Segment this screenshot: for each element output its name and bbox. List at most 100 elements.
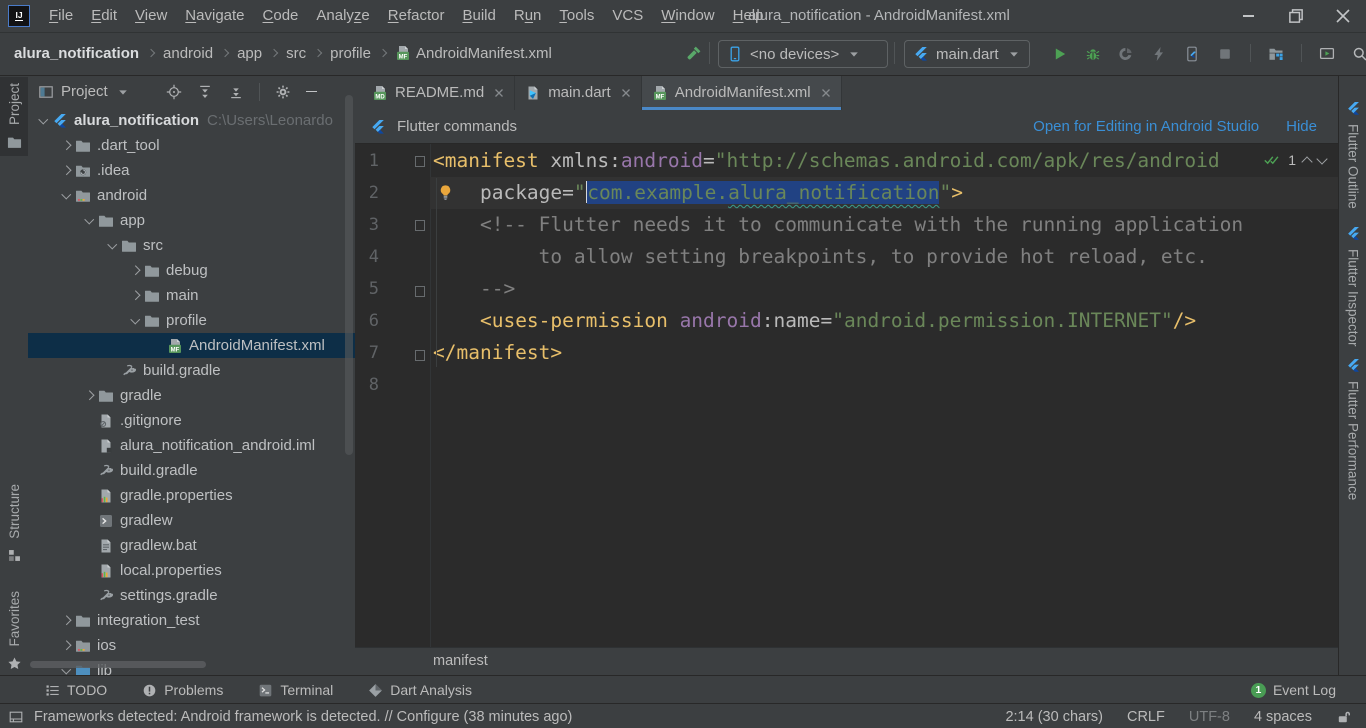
- code-editor[interactable]: 1<manifest xmlns:android="http://schemas…: [355, 144, 1338, 648]
- menu-run[interactable]: Run: [505, 0, 551, 32]
- menu-navigate[interactable]: Navigate: [176, 0, 253, 32]
- tool-window-button-dart-analysis[interactable]: Dart Analysis: [367, 682, 472, 698]
- debug-icon[interactable]: [1085, 46, 1101, 62]
- breadcrumb-alura-notification[interactable]: alura_notification: [14, 45, 139, 62]
- breadcrumb-android[interactable]: android: [163, 45, 213, 62]
- tree-item-ios[interactable]: ios: [28, 633, 355, 658]
- chevron-right-icon[interactable]: [126, 262, 144, 280]
- build-hammer-icon[interactable]: [686, 45, 702, 61]
- menu-window[interactable]: Window: [652, 0, 723, 32]
- select-opened-file-icon[interactable]: [166, 84, 182, 100]
- tree-item-profile[interactable]: profile: [28, 308, 355, 333]
- tree-item-gradlew[interactable]: gradlew: [28, 508, 355, 533]
- tree-item-gradlew-bat[interactable]: gradlew.bat: [28, 533, 355, 558]
- fold-marker-icon[interactable]: [415, 350, 425, 361]
- close-button[interactable]: [1319, 0, 1366, 32]
- stripe-button-flutter-outline[interactable]: Flutter Outline: [1339, 100, 1366, 209]
- line-separator[interactable]: CRLF: [1127, 709, 1165, 725]
- tree-item-debug[interactable]: debug: [28, 258, 355, 283]
- chevron-down-icon[interactable]: [57, 187, 75, 205]
- breadcrumb-app[interactable]: app: [237, 45, 262, 62]
- tree-item-gradle[interactable]: gradle: [28, 383, 355, 408]
- close-tab-icon[interactable]: [621, 88, 631, 98]
- menu-code[interactable]: Code: [254, 0, 308, 32]
- close-tab-icon[interactable]: [494, 88, 504, 98]
- tree-item-app[interactable]: app: [28, 208, 355, 233]
- tree-item-android[interactable]: android: [28, 183, 355, 208]
- tool-window-switcher-icon[interactable]: [8, 709, 24, 725]
- menu-file[interactable]: File: [40, 0, 82, 32]
- menu-refactor[interactable]: Refactor: [379, 0, 454, 32]
- menu-analyze[interactable]: Analyze: [307, 0, 378, 32]
- tree-item-idea[interactable]: .idea: [28, 158, 355, 183]
- project-panel-title[interactable]: Project: [61, 83, 108, 100]
- chevron-right-icon[interactable]: [80, 387, 98, 405]
- project-vertical-scrollbar[interactable]: [345, 95, 353, 455]
- stripe-button-flutter-performance[interactable]: Flutter Performance: [1339, 357, 1366, 500]
- chevron-right-icon[interactable]: [57, 162, 75, 180]
- apply-changes-icon[interactable]: [1151, 46, 1167, 62]
- restore-button[interactable]: [1272, 0, 1319, 32]
- tree-item-settings-gradle[interactable]: settings.gradle: [28, 583, 355, 608]
- unlock-icon[interactable]: [1336, 709, 1352, 725]
- fold-marker-icon[interactable]: [415, 156, 425, 167]
- tree-item-main[interactable]: main: [28, 283, 355, 308]
- chevron-down-icon[interactable]: [34, 112, 52, 130]
- tool-window-button-todo[interactable]: TODO: [44, 682, 107, 698]
- tree-item-androidmanifest-xml[interactable]: MFAndroidManifest.xml: [28, 333, 355, 358]
- tab-readme-md[interactable]: MDREADME.md: [362, 75, 515, 110]
- stripe-button-favorites[interactable]: Favorites: [0, 585, 28, 678]
- file-encoding[interactable]: UTF-8: [1189, 709, 1230, 725]
- tree-item-alura-notification[interactable]: alura_notificationC:\Users\Leonardo: [28, 108, 355, 133]
- tree-item-dart-tool[interactable]: .dart_tool: [28, 133, 355, 158]
- tree-item-local-properties[interactable]: local.properties: [28, 558, 355, 583]
- breadcrumb-src[interactable]: src: [286, 45, 306, 62]
- flutter-attach-icon[interactable]: [1184, 46, 1200, 62]
- tree-item-alura-notification-android-iml[interactable]: alura_notification_android.iml: [28, 433, 355, 458]
- event-log-button[interactable]: 1 Event Log: [1251, 682, 1336, 698]
- search-icon[interactable]: [1352, 46, 1366, 62]
- breadcrumb-androidmanifest-xml[interactable]: MFAndroidManifest.xml: [395, 45, 552, 62]
- stop-icon[interactable]: [1217, 46, 1233, 62]
- tree-item-gradle-properties[interactable]: gradle.properties: [28, 483, 355, 508]
- fold-marker-icon[interactable]: [415, 220, 425, 231]
- run-icon[interactable]: [1052, 46, 1068, 62]
- indent-setting[interactable]: 4 spaces: [1254, 709, 1312, 725]
- chevron-down-icon[interactable]: [80, 212, 98, 230]
- hide-panel-icon[interactable]: [306, 91, 317, 92]
- open-in-android-studio-link[interactable]: Open for Editing in Android Studio: [1033, 118, 1259, 135]
- device-selector[interactable]: <no devices>: [718, 40, 888, 68]
- menu-view[interactable]: View: [126, 0, 176, 32]
- tool-window-button-problems[interactable]: Problems: [141, 682, 223, 698]
- menu-tools[interactable]: Tools: [550, 0, 603, 32]
- next-problem-icon[interactable]: [1316, 153, 1327, 164]
- chevron-down-icon[interactable]: [115, 84, 131, 100]
- chevron-down-icon[interactable]: [103, 237, 121, 255]
- menu-vcs[interactable]: VCS: [603, 0, 652, 32]
- project-horizontal-scrollbar[interactable]: [30, 661, 206, 668]
- profiler-icon[interactable]: [1118, 46, 1134, 62]
- fold-marker-icon[interactable]: [415, 286, 425, 297]
- caret-position[interactable]: 2:14 (30 chars): [1005, 709, 1103, 725]
- expand-all-icon[interactable]: [197, 84, 213, 100]
- menu-edit[interactable]: Edit: [82, 0, 126, 32]
- intention-bulb-icon[interactable]: [437, 184, 454, 201]
- tab-androidmanifest-xml[interactable]: MFAndroidManifest.xml: [642, 75, 842, 110]
- tree-item-build-gradle[interactable]: build.gradle: [28, 458, 355, 483]
- stripe-button-structure[interactable]: Structure: [0, 478, 28, 570]
- hide-banner-link[interactable]: Hide: [1286, 118, 1317, 135]
- status-message[interactable]: Frameworks detected: Android framework i…: [34, 709, 572, 725]
- tool-window-button-terminal[interactable]: Terminal: [257, 682, 333, 698]
- chevron-right-icon[interactable]: [57, 612, 75, 630]
- tab-main-dart[interactable]: main.dart: [515, 75, 642, 110]
- minimize-button[interactable]: [1225, 0, 1272, 32]
- collapse-all-icon[interactable]: [228, 84, 244, 100]
- tree-item-src[interactable]: src: [28, 233, 355, 258]
- breadcrumb-profile[interactable]: profile: [330, 45, 371, 62]
- run-anything-icon[interactable]: [1319, 46, 1335, 62]
- run-config-selector[interactable]: main.dart: [904, 40, 1030, 68]
- chevron-down-icon[interactable]: [126, 312, 144, 330]
- chevron-right-icon[interactable]: [57, 637, 75, 655]
- tree-item-build-gradle[interactable]: build.gradle: [28, 358, 355, 383]
- tree-item-integration-test[interactable]: integration_test: [28, 608, 355, 633]
